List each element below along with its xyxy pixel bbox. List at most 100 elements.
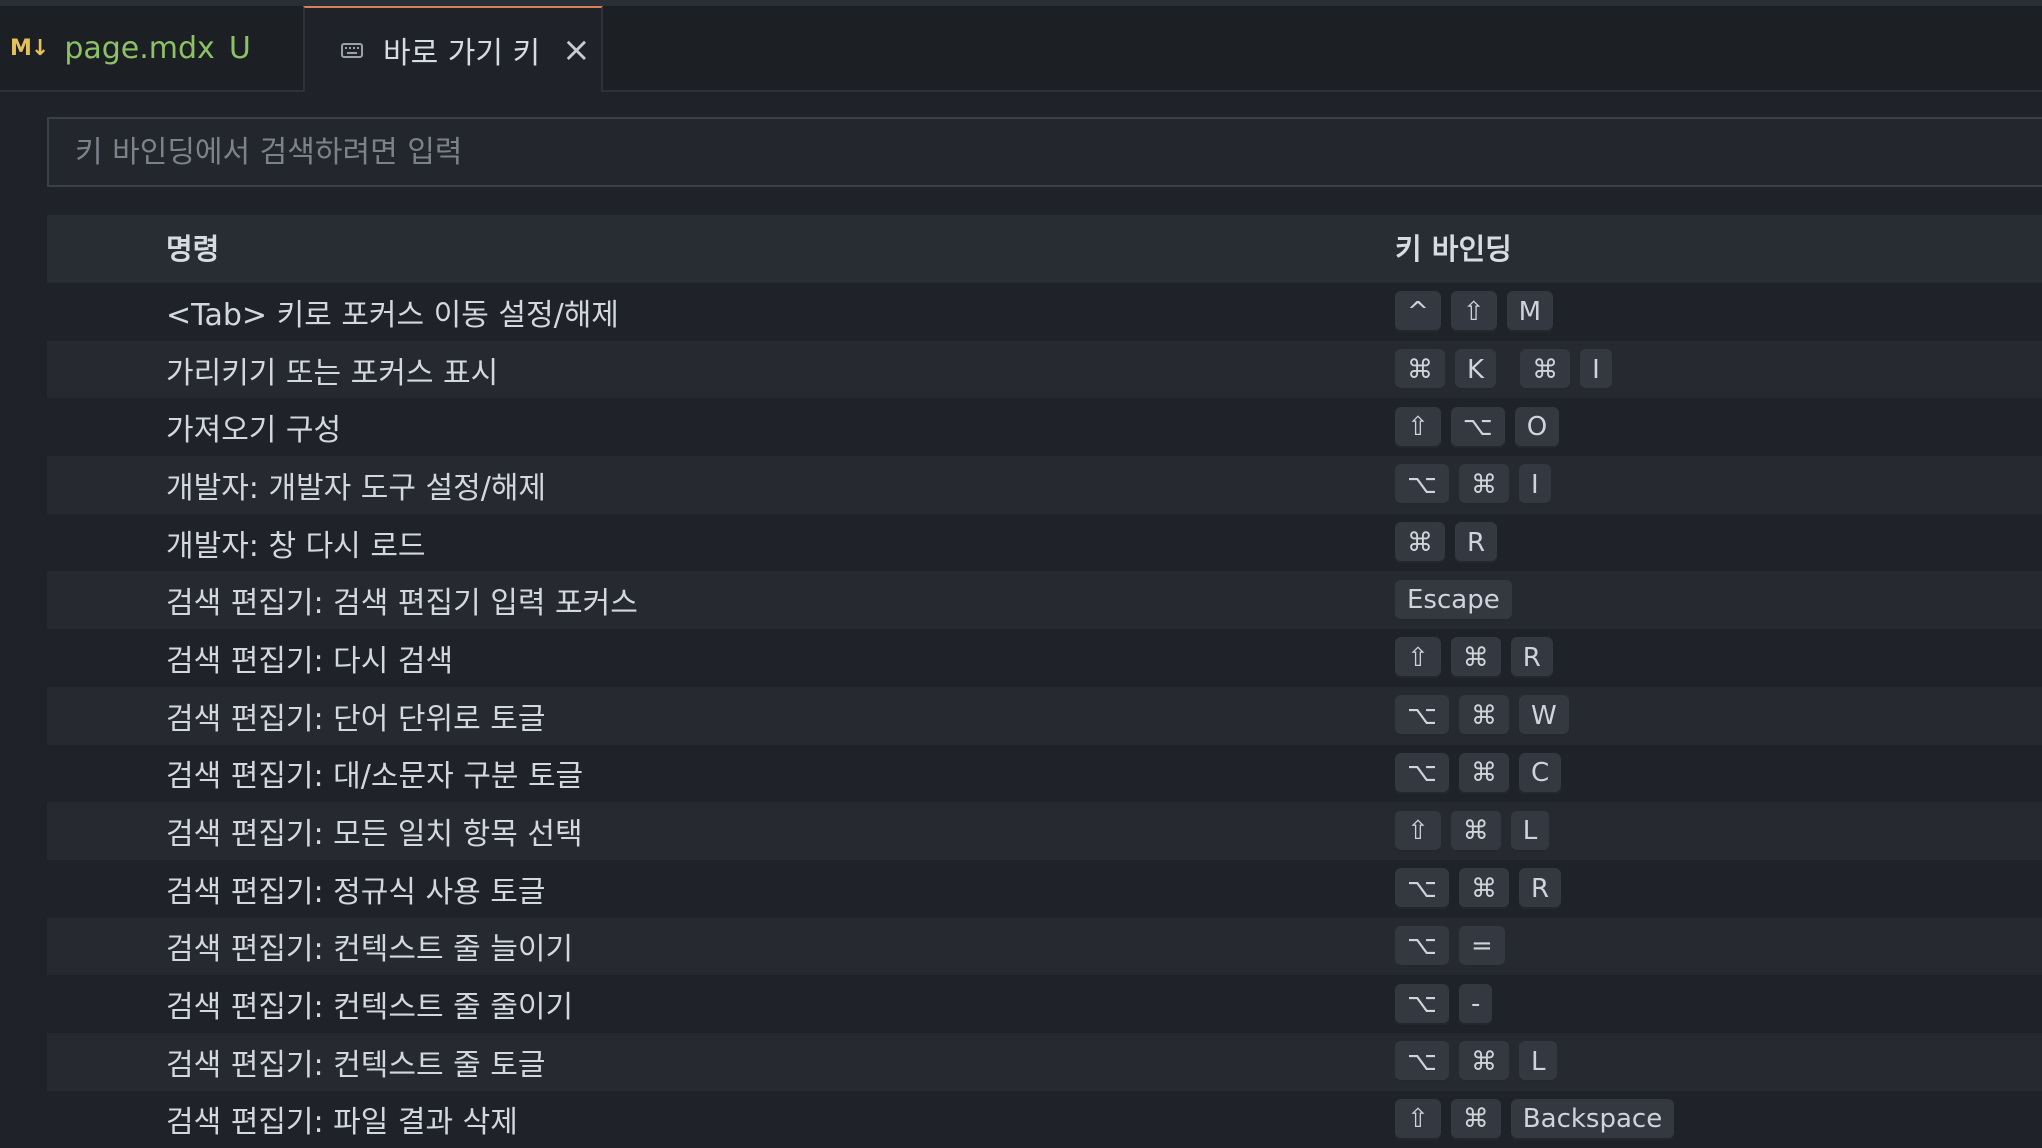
key-cap: ⌥ (1395, 695, 1449, 737)
table-body: <Tab> 키로 포커스 이동 설정/해제 ^ ⇧ M 가리키기 또는 포커스 표시 ⌘ K… (47, 283, 2042, 1148)
column-header-keybinding: 키 바인딩 (1395, 232, 1512, 266)
key-cap: Escape (1395, 579, 1512, 621)
key-cap: W (1518, 695, 1569, 737)
table-row[interactable]: 가져오기 구성 ⇧ ⌥ O (47, 398, 2042, 457)
table-row[interactable]: 가리키기 또는 포커스 표시 ⌘ K ⌘ I (47, 340, 2042, 399)
keybinding-cell: ⇧ ⌘ R (1395, 629, 1563, 687)
key-cap: ⌥ (1395, 925, 1449, 967)
command-label: 개발자: 창 다시 로드 (166, 528, 426, 564)
keybinding-cell: ⇧ ⌘ Backspace (1395, 1091, 1684, 1148)
key-cap: ⌘ (1458, 464, 1509, 506)
keybindings-table: 명령 키 바인딩 <Tab> 키로 포커스 이동 설정/해제 ^ ⇧ M 가리키기 또는… (47, 215, 2042, 1148)
key-cap: I (1580, 349, 1612, 391)
table-row[interactable]: 검색 편집기: 컨텍스트 줄 줄이기 ⌥ - (47, 975, 2042, 1033)
table-header: 명령 키 바인딩 (47, 215, 2042, 283)
key-cap: R (1518, 868, 1562, 910)
table-row[interactable]: 검색 편집기: 모든 일치 항목 선택 ⇧ ⌘ L (47, 802, 2042, 860)
command-label: 검색 편집기: 정규식 사용 토글 (166, 874, 546, 910)
key-cap: ⌥ (1395, 1041, 1449, 1083)
table-row[interactable]: 검색 편집기: 대/소문자 구분 토글 ⌥ ⌘ C (47, 744, 2042, 803)
keybinding-cell: ⇧ ⌘ L (1395, 802, 1559, 860)
key-cap: L (1510, 810, 1550, 852)
key-cap: ⌘ (1458, 868, 1509, 910)
keybinding-cell: ⌥ ⌘ L (1395, 1033, 1567, 1091)
key-cap: ⌥ (1395, 868, 1449, 910)
key-cap: ⌥ (1450, 406, 1505, 448)
table-row[interactable]: 개발자: 개발자 도구 설정/해제 ⌥ ⌘ I (47, 456, 2042, 514)
command-label: <Tab> 키로 포커스 이동 설정/해제 (166, 297, 619, 333)
command-label: 검색 편집기: 컨텍스트 줄 토글 (166, 1047, 546, 1083)
key-cap: ⌘ (1520, 349, 1571, 391)
key-cap: ⇧ (1395, 406, 1441, 448)
command-label: 검색 편집기: 파일 결과 삭제 (166, 1105, 518, 1141)
key-cap: ⌘ (1450, 1098, 1501, 1140)
table-row[interactable]: 검색 편집기: 정규식 사용 토글 ⌥ ⌘ R (47, 859, 2042, 918)
table-row[interactable]: 검색 편집기: 단어 단위로 토글 ⌥ ⌘ W (47, 686, 2042, 745)
key-cap: ⌘ (1395, 522, 1445, 564)
key-cap: ⇧ (1395, 1098, 1441, 1140)
close-icon[interactable]: × (562, 33, 591, 67)
key-cap: ⌘ (1450, 810, 1501, 852)
command-label: 검색 편집기: 단어 단위로 토글 (166, 701, 546, 737)
key-cap: ⌘ (1395, 349, 1445, 391)
search-input[interactable] (73, 133, 2042, 171)
table-row[interactable]: 검색 편집기: 다시 검색 ⇧ ⌘ R (47, 629, 2042, 687)
command-label: 검색 편집기: 대/소문자 구분 토글 (166, 759, 584, 795)
editor-tab-bar: M↓ page.mdx U 바로 가기 키 × (0, 6, 2042, 92)
key-cap: ⌘ (1458, 752, 1509, 794)
keybinding-cell: ⌥ ⌘ W (1395, 687, 1579, 745)
key-cap: O (1514, 406, 1560, 448)
key-cap: K (1455, 349, 1497, 391)
keyboard-icon (341, 42, 363, 58)
tab-keyboard-shortcuts[interactable]: 바로 가기 키 × (303, 6, 603, 92)
table-row[interactable]: <Tab> 키로 포커스 이동 설정/해제 ^ ⇧ M (47, 283, 2042, 341)
tab-page-mdx[interactable]: M↓ page.mdx U (0, 6, 303, 90)
tab-label: page.mdx (64, 30, 215, 66)
column-header-command: 명령 (166, 232, 220, 266)
table-row[interactable]: 검색 편집기: 검색 편집기 입력 포커스 Escape (47, 571, 2042, 630)
key-cap: I (1518, 464, 1551, 506)
key-cap: ⇧ (1395, 637, 1441, 679)
keybinding-cell: ⌘ K ⌘ I (1395, 341, 1622, 399)
key-cap: ⌥ (1395, 464, 1449, 506)
key-cap: ⌘ (1450, 637, 1501, 679)
key-cap: M (1506, 291, 1554, 333)
key-cap: ^ (1395, 291, 1441, 333)
keybinding-cell: ⌥ ⌘ C (1395, 745, 1571, 803)
command-label: 검색 편집기: 모든 일치 항목 선택 (166, 817, 583, 853)
tab-label: 바로 가기 키 (383, 36, 541, 71)
key-cap: ⇧ (1450, 291, 1497, 333)
table-row[interactable]: 검색 편집기: 파일 결과 삭제 ⇧ ⌘ Backspace (47, 1090, 2042, 1148)
keybinding-cell: ⇧ ⌥ O (1395, 398, 1569, 456)
keybinding-cell: Escape (1395, 571, 1522, 629)
command-label: 검색 편집기: 다시 검색 (166, 643, 454, 679)
keybinding-cell: ^ ⇧ M (1395, 283, 1563, 341)
keybinding-cell: ⌥ = (1395, 918, 1515, 976)
key-cap: C (1518, 752, 1562, 794)
markdown-icon: M↓ (10, 35, 49, 61)
key-cap: ⇧ (1395, 810, 1441, 852)
command-label: 개발자: 개발자 도구 설정/해제 (166, 470, 547, 506)
keybinding-cell: ⌥ ⌘ R (1395, 860, 1571, 918)
command-label: 가져오기 구성 (166, 413, 342, 449)
keybinding-search-box (47, 117, 2042, 187)
key-cap: - (1458, 983, 1493, 1025)
command-label: 가리키기 또는 포커스 표시 (166, 355, 499, 391)
keybinding-cell: ⌥ - (1395, 975, 1502, 1033)
keybinding-cell: ⌘ R (1395, 514, 1507, 572)
key-cap: ⌘ (1458, 1041, 1509, 1083)
key-cap: ⌥ (1395, 752, 1449, 794)
key-cap: = (1458, 925, 1505, 967)
table-row[interactable]: 검색 편집기: 컨텍스트 줄 늘이기 ⌥ = (47, 917, 2042, 976)
command-label: 검색 편집기: 컨텍스트 줄 줄이기 (166, 990, 574, 1026)
command-label: 검색 편집기: 컨텍스트 줄 늘이기 (166, 932, 574, 968)
command-label: 검색 편집기: 검색 편집기 입력 포커스 (166, 586, 638, 622)
key-cap: Backspace (1510, 1098, 1675, 1140)
keybinding-cell: ⌥ ⌘ I (1395, 456, 1561, 514)
table-row[interactable]: 검색 편집기: 컨텍스트 줄 토글 ⌥ ⌘ L (47, 1032, 2042, 1091)
table-row[interactable]: 개발자: 창 다시 로드 ⌘ R (47, 513, 2042, 572)
key-cap: R (1510, 637, 1553, 679)
key-cap: R (1455, 522, 1498, 564)
key-cap: L (1518, 1041, 1558, 1083)
key-cap: ⌥ (1395, 983, 1449, 1025)
